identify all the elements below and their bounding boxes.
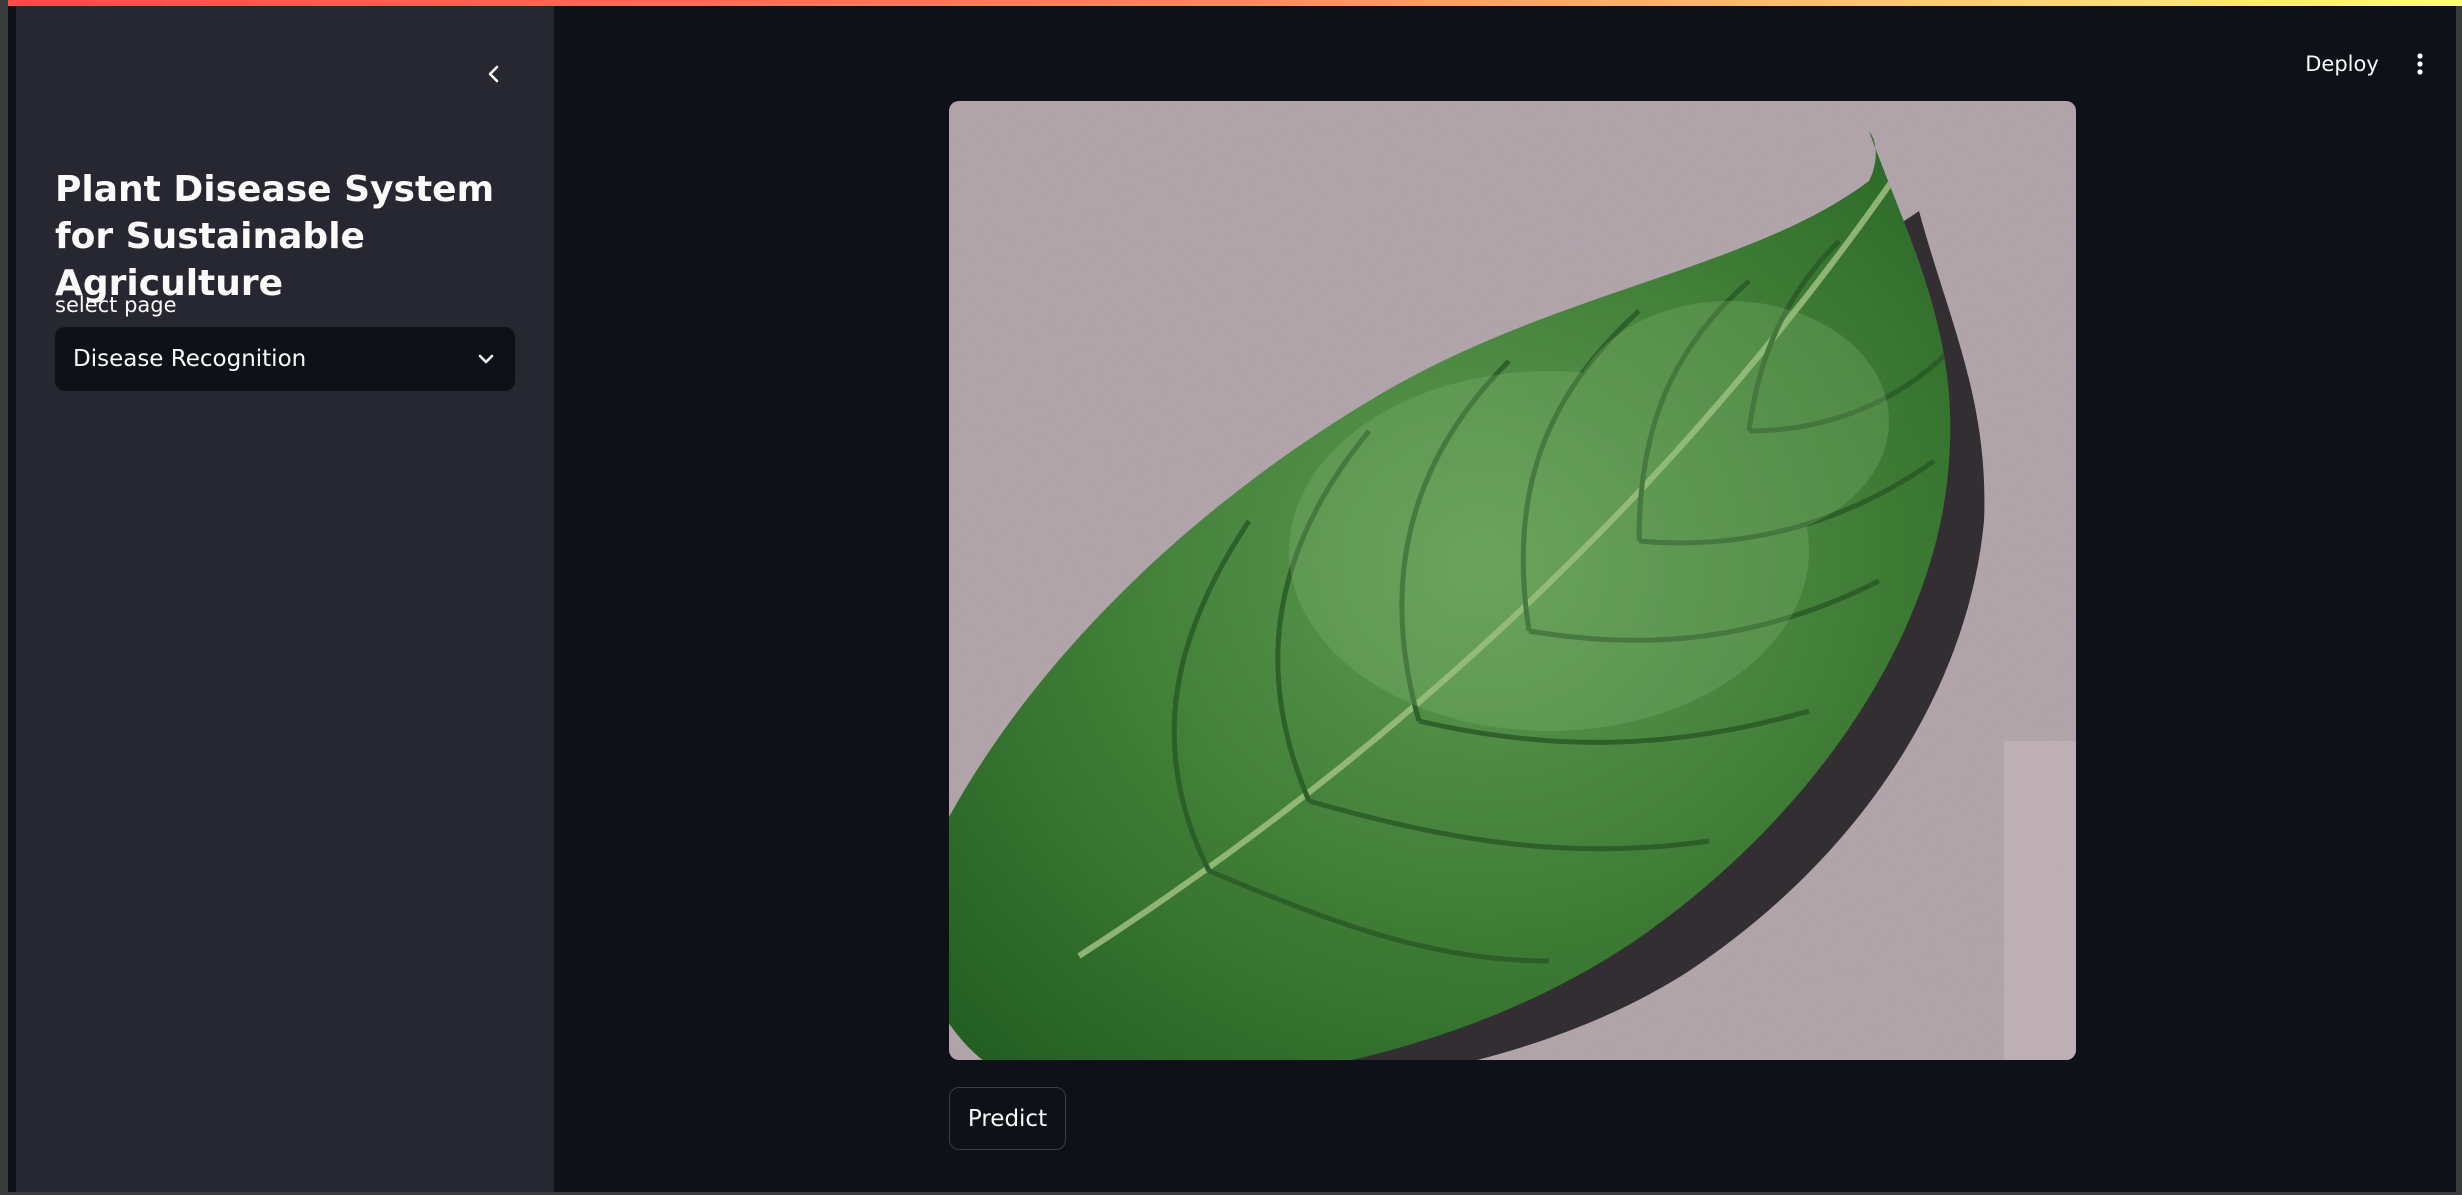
select-page-label: select page — [55, 293, 177, 317]
page-select-value: Disease Recognition — [73, 346, 307, 372]
collapse-sidebar-button[interactable] — [472, 52, 516, 96]
app-window: Plant Disease System for Sustainable Agr… — [0, 0, 2462, 1195]
chevron-left-icon — [488, 65, 499, 83]
chevron-down-icon — [478, 354, 494, 364]
uploaded-leaf-image — [949, 101, 2076, 1060]
predict-button[interactable]: Predict — [949, 1087, 1066, 1150]
sidebar: Plant Disease System for Sustainable Agr… — [16, 6, 554, 1192]
more-vertical-icon — [2417, 53, 2423, 75]
top-decoration-bar — [8, 0, 2462, 6]
main-menu-button[interactable] — [2400, 44, 2440, 84]
page-select[interactable]: Disease Recognition — [55, 327, 515, 391]
leaf-photo — [949, 101, 2076, 1060]
sidebar-title: Plant Disease System for Sustainable Agr… — [55, 169, 495, 304]
deploy-button[interactable]: Deploy — [2294, 44, 2390, 84]
